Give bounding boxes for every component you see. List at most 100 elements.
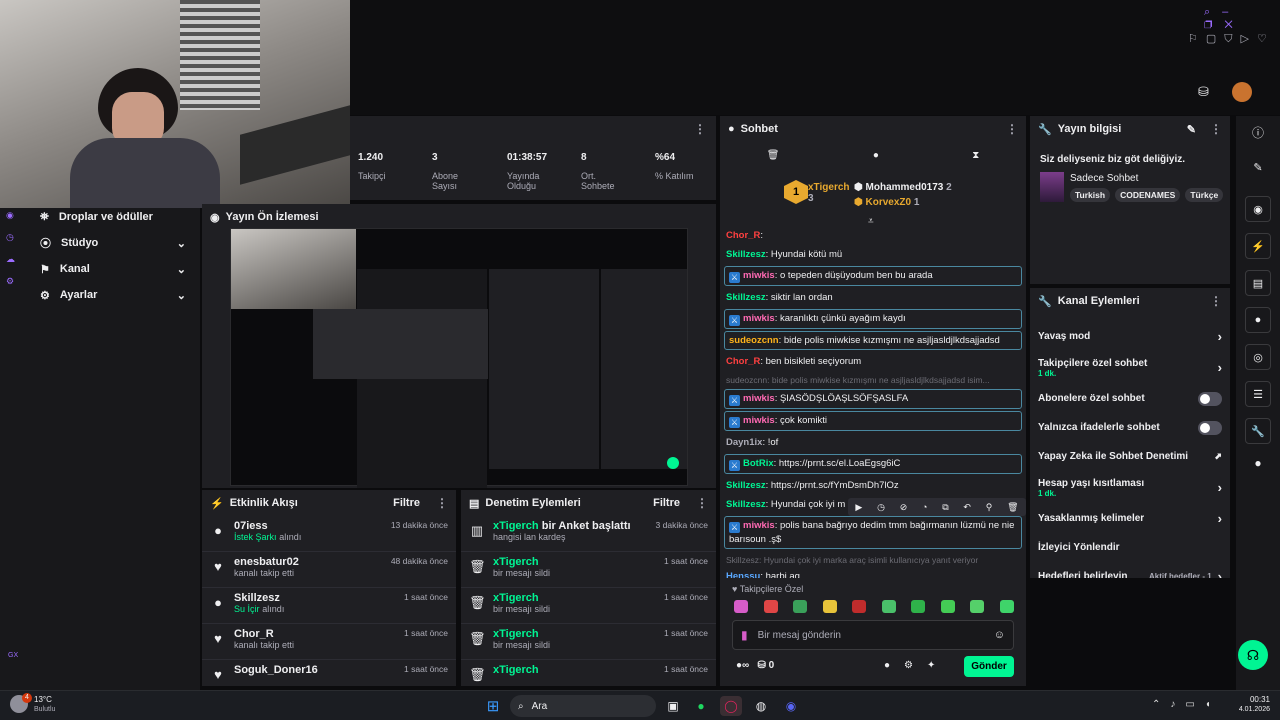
activity-row[interactable]: ♥ Chor_R kanalı takip etti 1 saat önce (202, 624, 456, 660)
chat-message[interactable]: ⚔ BotRix: https://prnt.sc/el.LoaEgsg6iC (724, 454, 1022, 474)
chat-message[interactable]: Skillzesz: https://prnt.sc/fYmDsmDh7lOz (720, 476, 1026, 495)
emoji-icon[interactable]: ☺ (994, 629, 1005, 641)
camera-icon[interactable]: ◉ (1245, 196, 1271, 222)
more-icon[interactable]: ⋮ (694, 122, 706, 136)
mod-row[interactable]: 🗑 xTigerch 1 saat önce (461, 660, 716, 686)
more-icon[interactable]: ⋮ (1210, 122, 1222, 136)
category-name[interactable]: Sadece Sohbet (1070, 173, 1138, 184)
mod-row[interactable]: 🗑 xTigerch bir mesajı sildi 1 saat önce (461, 552, 716, 588)
emote[interactable] (852, 600, 867, 613)
moderation-icon[interactable]: ☰ (1245, 381, 1271, 407)
channel-action[interactable]: Hedefleri belirleyin Aktif hedefler - 1 › (1030, 562, 1230, 578)
tag[interactable]: Türkçe (1185, 188, 1224, 202)
window-controls[interactable]: ⌕–❐✕ (1204, 6, 1280, 32)
clock-time[interactable]: 00:31 (1234, 695, 1270, 704)
trash-icon[interactable]: 🗑 (1007, 502, 1018, 513)
play-icon[interactable]: ▶ (855, 502, 862, 513)
emote[interactable] (881, 600, 896, 613)
activity-row[interactable]: ♥ enesbatur02 kanalı takip etti 48 dakika ö… (202, 552, 456, 588)
help-button[interactable]: ☊ (1238, 640, 1268, 670)
tag[interactable]: Turkish (1070, 188, 1111, 202)
channel-action[interactable]: Yavaş mod › (1030, 322, 1230, 351)
filter-button[interactable]: Filtre (393, 497, 420, 509)
preview-video[interactable] (230, 228, 688, 488)
info-icon[interactable]: ⓘ (1236, 124, 1280, 141)
channel-action[interactable]: Hesap yaşı kısıtlaması 1 dk. › (1030, 471, 1230, 504)
leader-3[interactable]: ⬢ KorvexZ0 1 (854, 197, 919, 208)
copy-icon[interactable]: ⧉ (942, 502, 948, 513)
emote[interactable] (822, 600, 837, 613)
mic-icon[interactable]: ▮ (741, 628, 748, 642)
tray-icons[interactable]: ⌃♪▭◖ (1152, 699, 1221, 710)
edit-icon[interactable]: ✎ (1187, 123, 1196, 136)
avatar[interactable] (1232, 82, 1252, 102)
mod-row[interactable]: 🗑 xTigerch bir mesajı sildi 1 saat önce (461, 624, 716, 660)
mod-row[interactable]: ▥ xTigerch bir Anket başlattı hangisi lan … (461, 516, 716, 552)
discord-icon[interactable]: ◉ (780, 696, 802, 716)
toggle[interactable] (1198, 420, 1222, 435)
channel-action[interactable]: Yasaklanmış kelimeler › (1030, 504, 1230, 533)
more-icon[interactable]: ⋮ (1006, 122, 1018, 136)
activity-row[interactable]: ● 07iess İstek Şarkı alındı 13 dakika önce (202, 516, 456, 552)
chat-message[interactable]: ⚔ miwkis: ŞIASÖDŞLÖAŞLSÖFŞASLFA (724, 389, 1022, 409)
bolt-icon[interactable]: ⚡ (1245, 233, 1271, 259)
steam-icon[interactable]: ◍ (750, 696, 772, 716)
more-icon[interactable]: ⋮ (436, 496, 448, 510)
chat-message[interactable]: ⚔ miwkis: çok komikti (724, 411, 1022, 431)
tag[interactable]: CODENAMES (1115, 188, 1181, 202)
trash-icon[interactable]: 🗑 (767, 150, 780, 161)
points-display[interactable]: ●∞ ⛁ 0 (736, 660, 774, 671)
notes-icon[interactable]: ▤ (1245, 270, 1271, 296)
chat-input[interactable]: ▮ Bir mesaj gönderin ☺ (732, 620, 1014, 650)
chat-message[interactable]: ⚔ miwkis: karanlıktı çünkü ayağım kaydı (724, 309, 1022, 329)
emote[interactable] (940, 600, 955, 613)
activity-row[interactable]: ♥ Soguk_Doner16 1 saat önce (202, 660, 456, 686)
emote[interactable] (999, 600, 1014, 613)
nav-studio[interactable]: ⦿ Stüdyo ⌄ (28, 230, 198, 256)
windows-start-icon[interactable]: ⊞ (482, 696, 504, 716)
leader-1[interactable]: xTigerch 3 (808, 182, 850, 204)
emote[interactable] (911, 600, 926, 613)
filter-button[interactable]: Filtre (653, 497, 680, 509)
task-view-icon[interactable]: ▣ (662, 696, 684, 716)
chat-icon[interactable]: ● (1245, 307, 1271, 333)
channel-action[interactable]: Takipçilere özel sohbet 1 dk. › (1030, 351, 1230, 384)
more-icon[interactable]: ⋮ (1210, 294, 1222, 308)
mod-row[interactable]: 🗑 xTigerch bir mesajı sildi 1 saat önce (461, 588, 716, 624)
edit-icon[interactable]: ✎ (1236, 161, 1280, 174)
chat-message[interactable]: ⚔ miwkis: polis bana bağrıyo dedim tmm ba… (724, 516, 1022, 549)
emote[interactable] (734, 600, 748, 613)
activity-row[interactable]: ● Skillzesz Su İçir alındı 1 saat önce (202, 588, 456, 624)
more-icon[interactable]: ⋮ (696, 496, 708, 510)
toggle[interactable] (1198, 391, 1222, 406)
timeout-icon[interactable]: ◷ (877, 502, 885, 513)
leader-2[interactable]: ⬢ Mohammed0173 2 (854, 182, 952, 193)
chat-message[interactable]: Henssu: harbi aq (720, 567, 1026, 578)
poll-icon[interactable]: ● (873, 150, 879, 161)
channel-action[interactable]: Abonelere özel sohbet (1030, 384, 1230, 413)
clock-date[interactable]: 4.01.2026 (1224, 706, 1270, 713)
reply-icon[interactable]: ◔ (922, 502, 927, 512)
chat-message[interactable]: sudeozcnn: bide polis miwkise kızmışmı n… (724, 331, 1022, 350)
channel-action[interactable]: Yalnızca ifadelerle sohbet (1030, 413, 1230, 442)
chat-tools[interactable]: ●⚙✦ (884, 660, 949, 671)
nav-kanal[interactable]: ⚑ Kanal ⌄ (28, 256, 198, 282)
taskbar-search[interactable]: ⌕ Ara (510, 695, 656, 717)
send-button[interactable]: Gönder (964, 656, 1014, 677)
undo-icon[interactable]: ↶ (963, 502, 971, 513)
chat-message[interactable]: ⚔ miwkis: o tepeden düşüyodum ben bu arad… (724, 266, 1022, 286)
chat-message[interactable]: Skillzesz: Hyundai kötü mü (720, 245, 1026, 264)
chat-message[interactable]: Dayn1ix: !of (720, 433, 1026, 452)
emote[interactable] (763, 600, 778, 613)
browser-toolbar[interactable]: ⚐▢⛉▷♡ (1188, 32, 1275, 46)
ad-icon[interactable]: ⛁ (1198, 84, 1209, 100)
hourglass-icon[interactable]: ⧗ (972, 150, 979, 161)
broadcast-icon[interactable]: ◎ (1245, 344, 1271, 370)
chat-message[interactable]: Chor_R: ben bisikleti seçiyorum (720, 352, 1026, 371)
pin-icon[interactable]: ⚲ (986, 502, 993, 513)
channel-action[interactable]: Yapay Zeka ile Sohbet Denetimi ⬈ (1030, 442, 1230, 471)
emote[interactable] (793, 600, 808, 613)
emote-row[interactable] (734, 600, 1014, 613)
emote[interactable] (970, 600, 985, 613)
message-actions[interactable]: ▶ ◷ ⊘ ◔ ⧉ ↶ ⚲ 🗑 (848, 498, 1026, 516)
